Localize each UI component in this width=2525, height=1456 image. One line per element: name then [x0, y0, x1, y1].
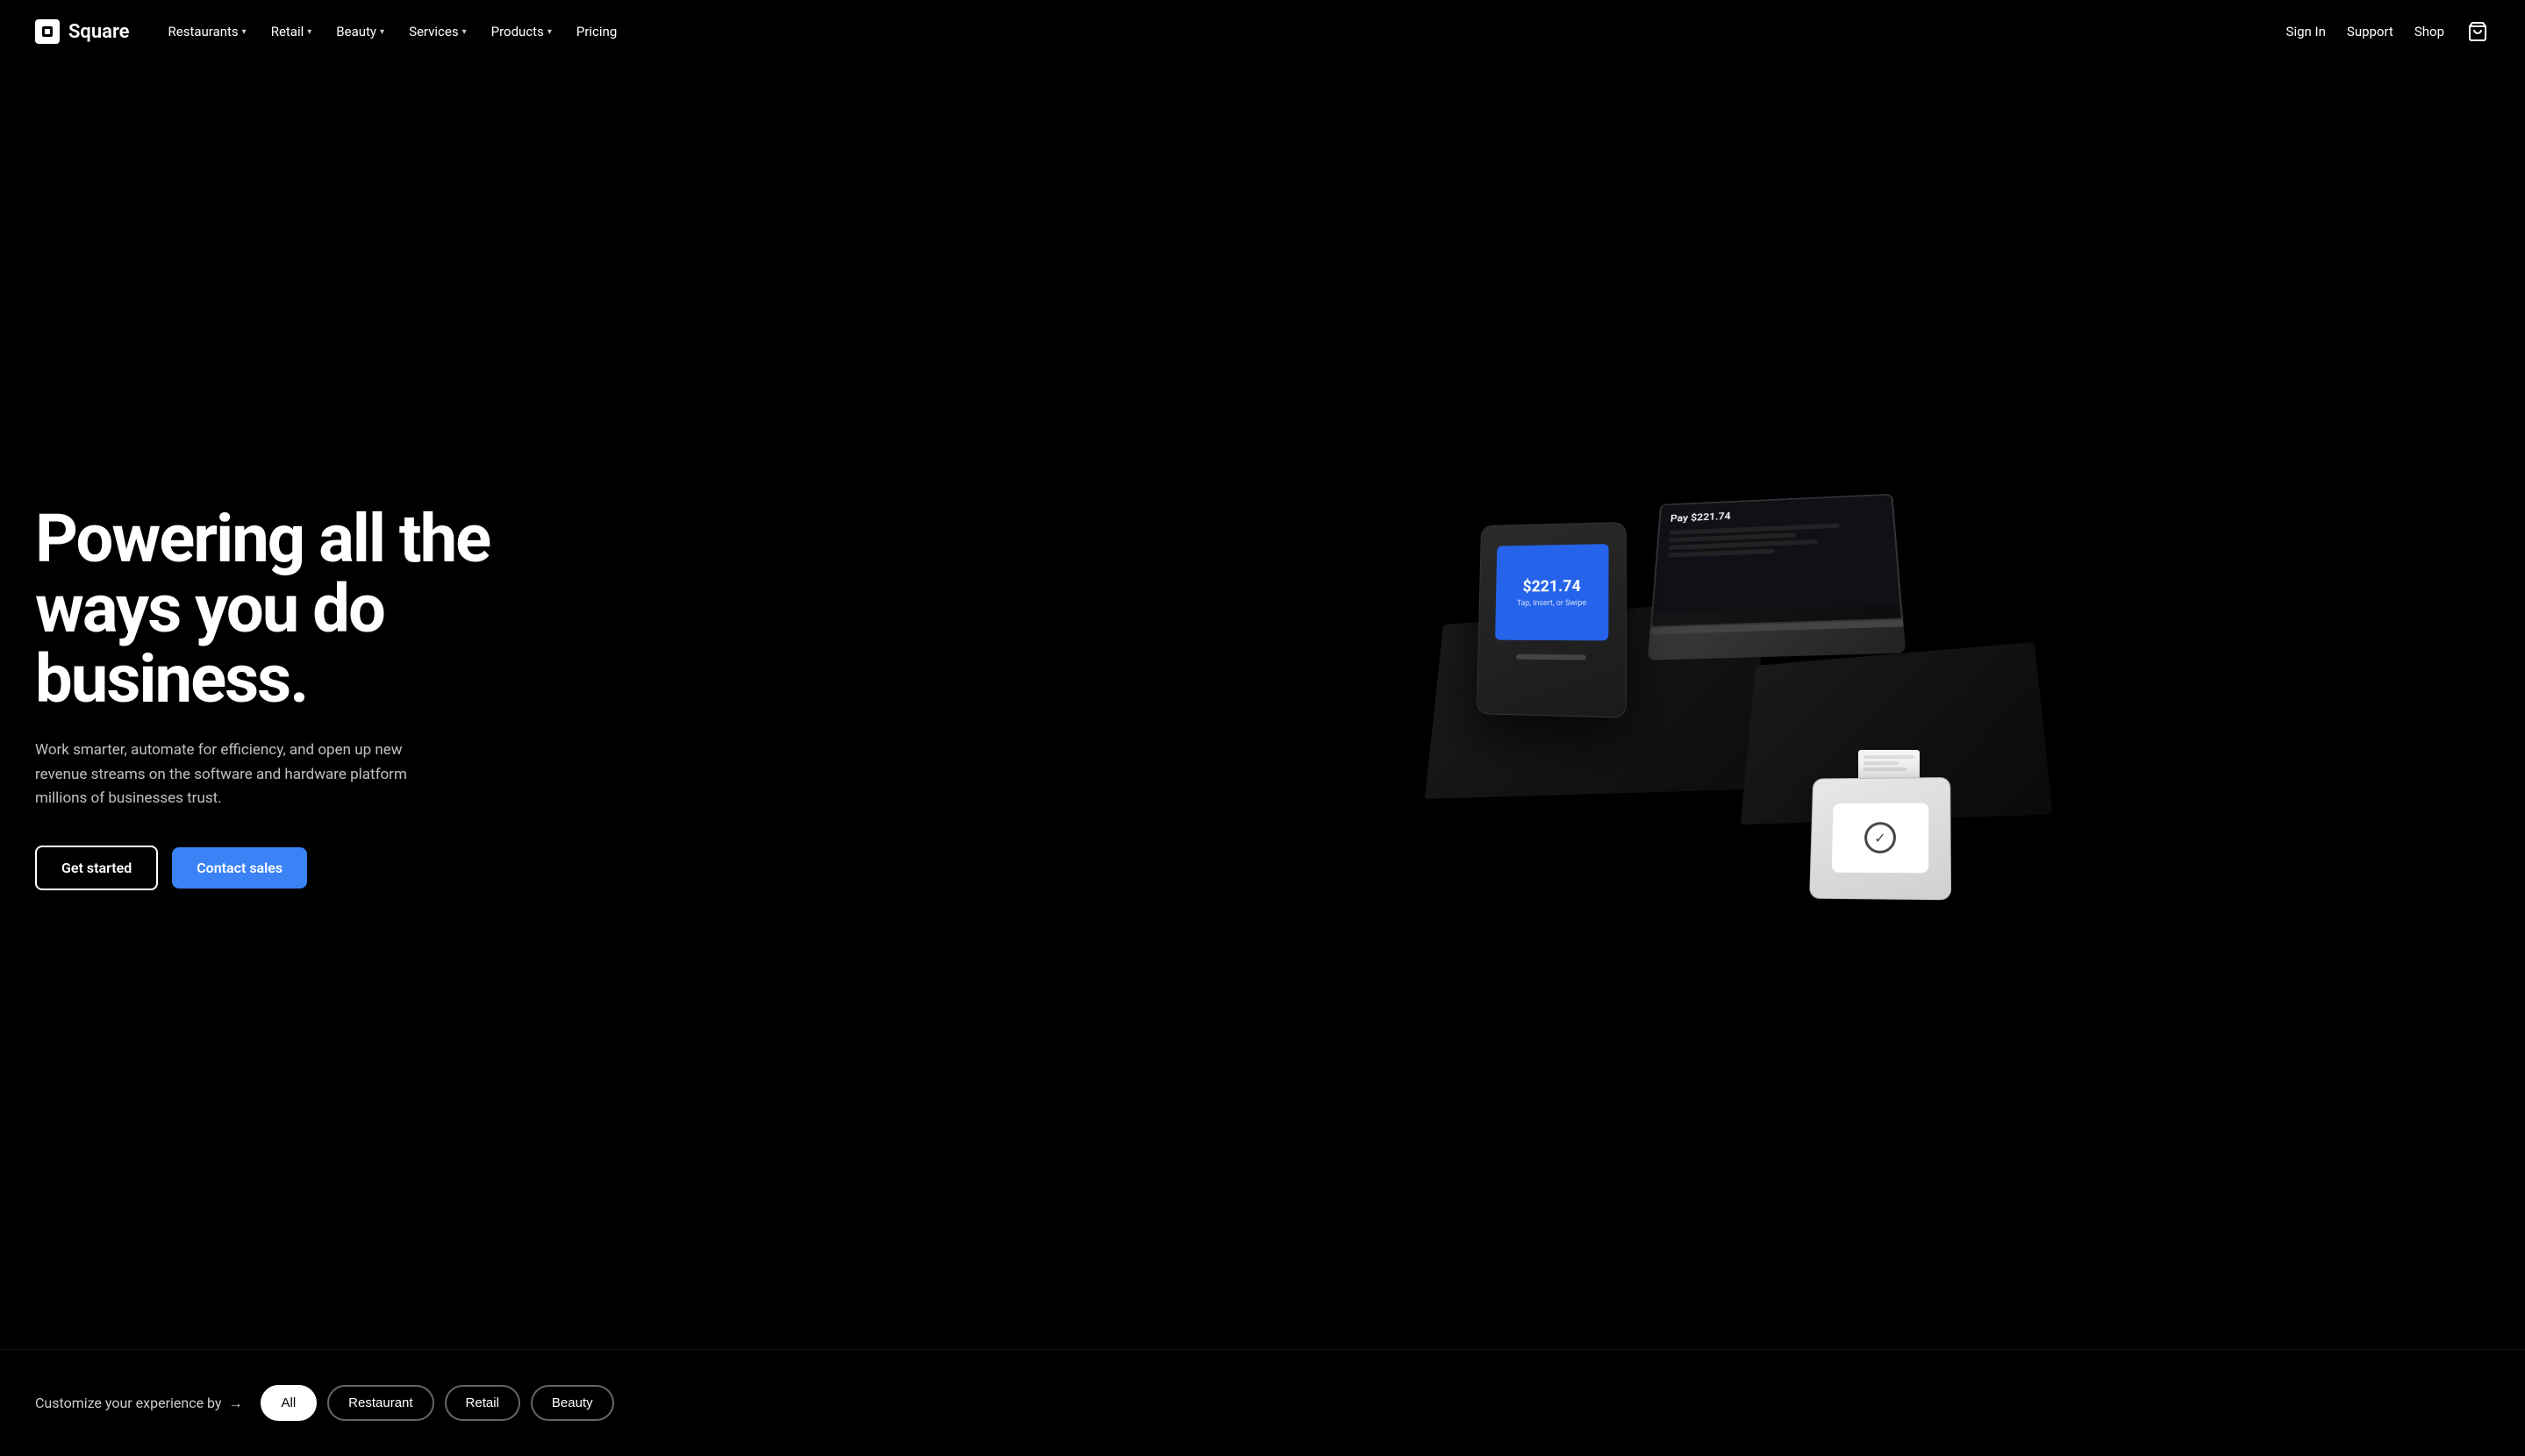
receipt-line	[1863, 755, 1914, 759]
chevron-down-icon: ▾	[462, 27, 467, 37]
filter-beauty[interactable]: Beauty	[531, 1385, 614, 1421]
filter-all[interactable]: All	[261, 1385, 318, 1421]
register-amount: Pay $221.74	[1670, 504, 1882, 525]
hero-title: Powering all the ways you do business.	[35, 504, 526, 714]
logo-link[interactable]: Square	[35, 19, 130, 44]
chevron-down-icon: ▾	[242, 27, 247, 37]
customize-label: Customize your experience by →	[35, 1395, 243, 1412]
register-line	[1667, 549, 1774, 558]
register-screen-content: Pay $221.74	[1653, 496, 1899, 613]
hero-section: Powering all the ways you do business. W…	[0, 63, 2525, 1349]
chevron-down-icon: ▾	[307, 27, 311, 37]
terminal-prompt: Tap, Insert, or Swipe	[1516, 598, 1586, 607]
brand-name: Square	[68, 21, 130, 43]
register-line	[1669, 524, 1839, 535]
receipt-line	[1863, 761, 1899, 765]
terminal-screen: $221.74 Tap, Insert, or Swipe	[1495, 544, 1609, 640]
devices-scene: Pay $221.74 $221.74 Tap,	[1354, 443, 2056, 969]
chevron-down-icon: ▾	[380, 27, 384, 37]
bottom-section: Customize your experience by → All Resta…	[0, 1349, 2525, 1456]
hero-content: Powering all the ways you do business. W…	[35, 504, 526, 890]
nav-item-retail[interactable]: Retail ▾	[261, 17, 323, 46]
nav-right: Sign In Support Shop	[2286, 19, 2490, 44]
reader-check-icon: ✓	[1874, 830, 1886, 846]
nav-left: Square Restaurants ▾ Retail ▾ Beauty ▾	[35, 17, 627, 46]
device-reader: ✓	[1809, 777, 1951, 900]
cart-icon[interactable]	[2465, 19, 2490, 44]
hero-visual: Pay $221.74 $221.74 Tap,	[883, 63, 2525, 1349]
hero-buttons: Get started Contact sales	[35, 846, 526, 890]
register-lines	[1667, 522, 1885, 558]
nav-links: Restaurants ▾ Retail ▾ Beauty ▾ Services	[158, 17, 628, 46]
reader-circle: ✓	[1863, 822, 1895, 853]
get-started-button[interactable]: Get started	[35, 846, 158, 890]
device-terminal: $221.74 Tap, Insert, or Swipe	[1476, 522, 1626, 718]
contact-sales-button[interactable]: Contact sales	[172, 847, 307, 889]
chevron-down-icon: ▾	[547, 27, 552, 37]
receipt-line	[1863, 767, 1906, 771]
arrow-icon: →	[229, 1395, 243, 1412]
nav-item-beauty[interactable]: Beauty ▾	[325, 17, 395, 46]
terminal-amount: $221.74	[1522, 577, 1580, 596]
receipt-lines	[1858, 750, 1920, 776]
support-link[interactable]: Support	[2347, 24, 2393, 39]
device-register-display: Pay $221.74	[1648, 494, 1906, 662]
terminal-reader-slot	[1516, 654, 1586, 660]
nav-item-services[interactable]: Services ▾	[398, 17, 477, 46]
nav-item-restaurants[interactable]: Restaurants ▾	[158, 17, 257, 46]
sign-in-link[interactable]: Sign In	[2286, 24, 2326, 39]
reader-screen: ✓	[1831, 803, 1928, 873]
navbar: Square Restaurants ▾ Retail ▾ Beauty ▾	[0, 0, 2525, 63]
filter-retail[interactable]: Retail	[445, 1385, 520, 1421]
hero-description: Work smarter, automate for efficiency, a…	[35, 739, 421, 810]
nav-item-pricing[interactable]: Pricing	[566, 17, 627, 46]
register-screen: Pay $221.74	[1650, 494, 1903, 628]
filter-restaurant[interactable]: Restaurant	[327, 1385, 433, 1421]
nav-item-products[interactable]: Products ▾	[481, 17, 562, 46]
filter-pills: All Restaurant Retail Beauty	[261, 1385, 614, 1421]
shop-link[interactable]: Shop	[2414, 24, 2444, 39]
customize-row: Customize your experience by → All Resta…	[35, 1385, 2490, 1421]
logo-icon	[35, 19, 60, 44]
